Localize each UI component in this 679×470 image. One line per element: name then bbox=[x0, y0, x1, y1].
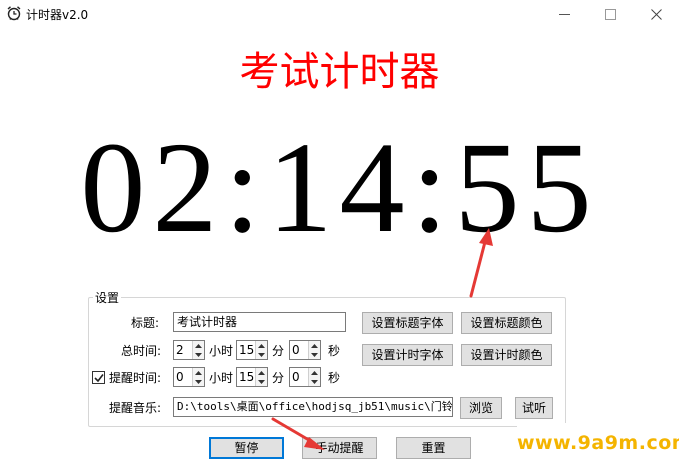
caret-down-icon bbox=[311, 352, 318, 357]
caret-up-icon bbox=[195, 370, 202, 375]
reminder-hours-value: 0 bbox=[176, 370, 184, 384]
close-button[interactable] bbox=[633, 0, 679, 28]
set-title-font-button[interactable]: 设置标题字体 bbox=[362, 312, 453, 334]
total-seconds-value: 0 bbox=[292, 343, 300, 357]
listen-button[interactable]: 试听 bbox=[515, 397, 553, 419]
spinner-arrows bbox=[192, 368, 204, 386]
set-timer-font-button[interactable]: 设置计时字体 bbox=[362, 344, 453, 366]
reminder-minute-unit: 分 bbox=[272, 371, 285, 385]
increment-button[interactable] bbox=[193, 341, 204, 350]
exam-title: 考试计时器 bbox=[239, 49, 440, 95]
minimize-icon bbox=[558, 13, 570, 15]
browse-button[interactable]: 浏览 bbox=[460, 397, 502, 419]
window-title: 计时器v2.0 bbox=[26, 8, 89, 22]
reminder-checkbox[interactable] bbox=[92, 371, 105, 384]
reminder-second-unit: 秒 bbox=[328, 371, 341, 385]
caret-up-icon bbox=[311, 370, 318, 375]
caret-up-icon bbox=[258, 343, 265, 348]
title-input[interactable]: 考试计时器 bbox=[173, 312, 346, 332]
total-time-label: 总时间: bbox=[121, 344, 162, 358]
decrement-button[interactable] bbox=[256, 350, 267, 359]
decrement-button[interactable] bbox=[309, 350, 320, 359]
music-path-input[interactable]: D:\tools\桌面\office\hodjsq_jb51\music\门铃.… bbox=[173, 397, 453, 417]
caret-down-icon bbox=[258, 352, 265, 357]
total-minute-unit: 分 bbox=[272, 344, 285, 358]
spinner-arrows bbox=[308, 341, 320, 359]
reminder-music-label: 提醒音乐: bbox=[109, 401, 162, 415]
alarm-clock-icon bbox=[7, 6, 21, 21]
increment-button[interactable] bbox=[309, 341, 320, 350]
title-bar: 计时器v2.0 bbox=[0, 0, 679, 28]
decrement-button[interactable] bbox=[193, 350, 204, 359]
set-timer-color-button[interactable]: 设置计时颜色 bbox=[461, 344, 552, 366]
spinner-arrows bbox=[255, 368, 267, 386]
maximize-icon bbox=[604, 8, 616, 20]
total-second-unit: 秒 bbox=[328, 344, 341, 358]
total-minutes-value: 15 bbox=[239, 343, 255, 357]
total-hours-value: 2 bbox=[176, 343, 184, 357]
maximize-button[interactable] bbox=[587, 0, 633, 28]
reminder-minutes-spinner[interactable]: 15 bbox=[236, 367, 268, 387]
spinner-arrows bbox=[192, 341, 204, 359]
title-label: 标题: bbox=[131, 316, 160, 330]
caret-up-icon bbox=[195, 343, 202, 348]
spinner-arrows bbox=[308, 368, 320, 386]
caret-up-icon bbox=[258, 370, 265, 375]
watermark: www.9a9m.com bbox=[517, 423, 679, 463]
total-hours-spinner[interactable]: 2 bbox=[173, 340, 205, 360]
reminder-hours-spinner[interactable]: 0 bbox=[173, 367, 205, 387]
total-minutes-spinner[interactable]: 15 bbox=[236, 340, 268, 360]
increment-button[interactable] bbox=[256, 341, 267, 350]
pause-button[interactable]: 暂停 bbox=[209, 437, 284, 459]
reminder-seconds-value: 0 bbox=[292, 370, 300, 384]
caret-down-icon bbox=[258, 379, 265, 384]
decrement-button[interactable] bbox=[256, 377, 267, 386]
set-title-color-button[interactable]: 设置标题颜色 bbox=[461, 312, 552, 334]
reminder-hour-unit: 小时 bbox=[209, 371, 234, 385]
manual-remind-button[interactable]: 手动提醒 bbox=[302, 437, 377, 459]
countdown-clock: 02:14:55 bbox=[80, 116, 599, 260]
reminder-time-label: 提醒时间: bbox=[109, 371, 162, 385]
close-icon bbox=[650, 8, 662, 20]
decrement-button[interactable] bbox=[309, 377, 320, 386]
caret-up-icon bbox=[311, 343, 318, 348]
increment-button[interactable] bbox=[309, 368, 320, 377]
reminder-seconds-spinner[interactable]: 0 bbox=[289, 367, 321, 387]
increment-button[interactable] bbox=[193, 368, 204, 377]
minimize-button[interactable] bbox=[541, 0, 587, 28]
total-hour-unit: 小时 bbox=[209, 344, 234, 358]
decrement-button[interactable] bbox=[193, 377, 204, 386]
checkmark-icon bbox=[94, 374, 104, 383]
reminder-minutes-value: 15 bbox=[239, 370, 255, 384]
increment-button[interactable] bbox=[256, 368, 267, 377]
settings-group-label: 设置 bbox=[93, 289, 122, 306]
total-seconds-spinner[interactable]: 0 bbox=[289, 340, 321, 360]
caret-down-icon bbox=[195, 379, 202, 384]
reset-button[interactable]: 重置 bbox=[396, 437, 471, 459]
caret-down-icon bbox=[311, 379, 318, 384]
spinner-arrows bbox=[255, 341, 267, 359]
caret-down-icon bbox=[195, 352, 202, 357]
